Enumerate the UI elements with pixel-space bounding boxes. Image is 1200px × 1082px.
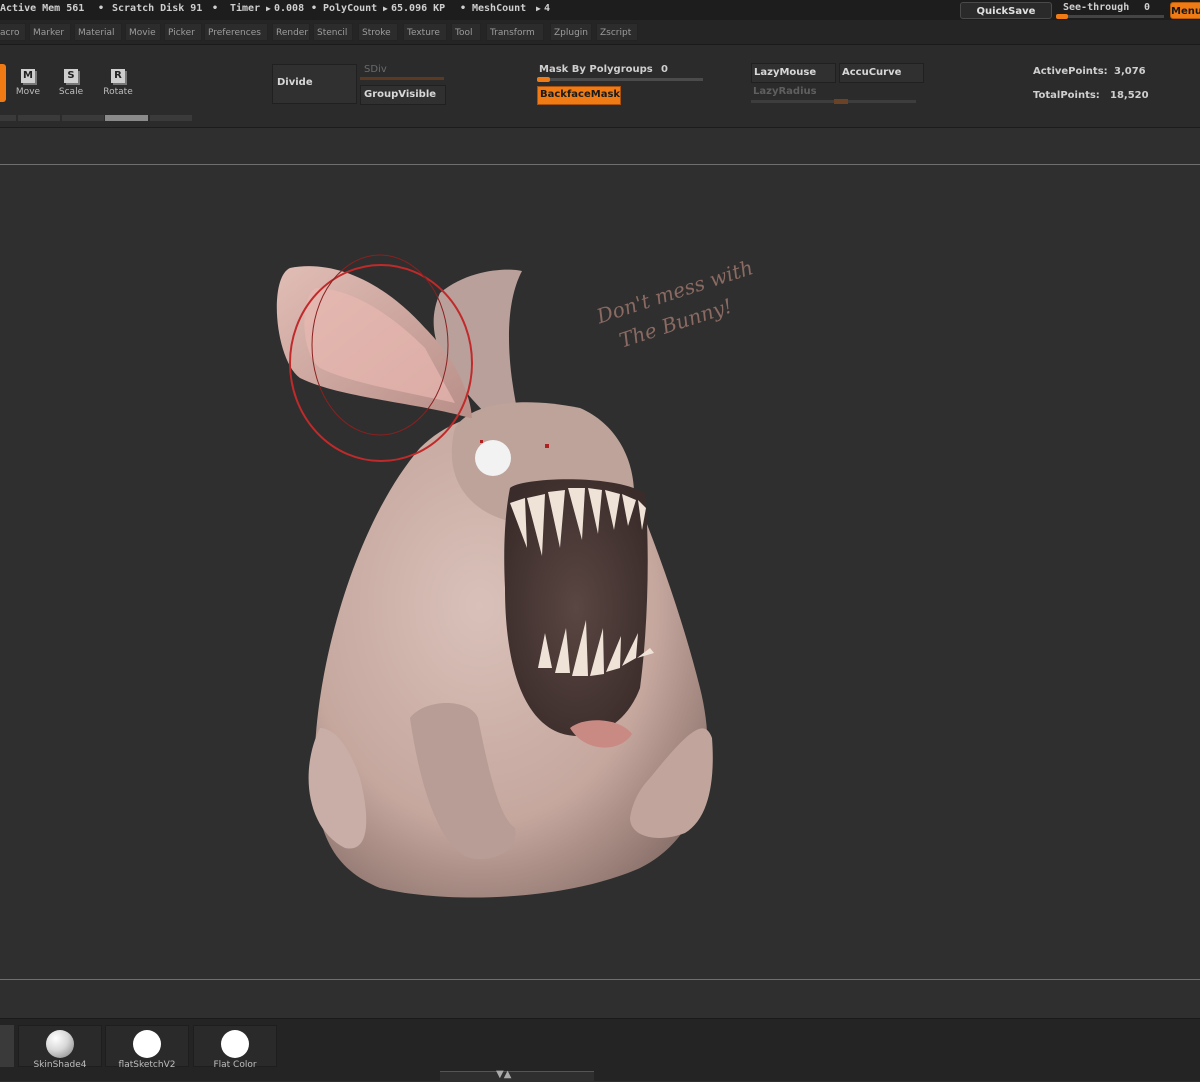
total-points-value: 18,520 bbox=[1110, 90, 1149, 101]
shelf-tab[interactable] bbox=[0, 115, 16, 121]
material-label: Flat Color bbox=[213, 1060, 257, 1070]
rotate-button[interactable]: R Rotate bbox=[98, 69, 138, 109]
total-points-label: TotalPoints: bbox=[1033, 90, 1100, 101]
sdiv-label: SDiv bbox=[364, 64, 387, 75]
quicksave-button[interactable]: QuickSave bbox=[960, 2, 1052, 19]
meshcount-arrow-icon: ▶ bbox=[536, 4, 541, 13]
active-mem: Active Mem 561 bbox=[0, 3, 85, 14]
see-through-slider[interactable]: See-through 0 bbox=[1056, 1, 1166, 19]
shelf-tab[interactable] bbox=[62, 115, 104, 121]
menu-bar: acro Marker Material Movie Picker Prefer… bbox=[0, 20, 1200, 45]
meshcount-label: MeshCount bbox=[472, 3, 527, 14]
status-dot: • bbox=[98, 3, 105, 14]
sdiv-slider[interactable]: SDiv bbox=[360, 64, 446, 82]
bunny-model[interactable] bbox=[0, 128, 1200, 1018]
lazy-radius-label: LazyRadius bbox=[753, 86, 817, 97]
timer-arrow-icon: ▶ bbox=[266, 4, 271, 13]
menu-zplugin[interactable]: Zplugin bbox=[550, 23, 592, 41]
menu-texture[interactable]: Texture bbox=[403, 23, 447, 41]
menu-tool[interactable]: Tool bbox=[451, 23, 481, 41]
chevron-down-icon: ▼▲ bbox=[496, 1069, 512, 1080]
shelf-tab[interactable] bbox=[18, 115, 60, 121]
mask-by-polygroups-handle[interactable] bbox=[537, 77, 551, 82]
see-through-label: See-through bbox=[1063, 2, 1130, 13]
polycount-label: PolyCount bbox=[323, 3, 378, 14]
lazy-radius-handle[interactable] bbox=[834, 99, 848, 104]
material-flat-color[interactable]: Flat Color bbox=[193, 1025, 277, 1070]
mask-by-polygroups-label: Mask By Polygroups bbox=[539, 64, 653, 75]
material-label: SkinShade4 bbox=[33, 1060, 87, 1070]
tray-toggle-handle[interactable]: ▼▲ bbox=[440, 1069, 594, 1082]
material-skinshade4[interactable]: SkinShade4 bbox=[18, 1025, 102, 1070]
status-dot: • bbox=[311, 3, 318, 14]
menu-movie[interactable]: Movie bbox=[125, 23, 161, 41]
menu-picker[interactable]: Picker bbox=[164, 23, 202, 41]
menu-render[interactable]: Render bbox=[272, 23, 310, 41]
menu-preferences[interactable]: Preferences bbox=[204, 23, 268, 41]
material-sphere-icon bbox=[221, 1030, 249, 1058]
status-dot: • bbox=[460, 3, 467, 14]
lazy-radius-slider[interactable]: LazyRadius bbox=[751, 85, 916, 104]
material-label: flatSketchV2 bbox=[118, 1060, 176, 1070]
mask-by-polygroups-value: 0 bbox=[661, 64, 668, 75]
material-flatsketchv2[interactable]: flatSketchV2 bbox=[105, 1025, 189, 1070]
see-through-handle[interactable] bbox=[1056, 14, 1068, 19]
bottom-shelf: SkinShade4 flatSketchV2 Flat Color ▼▲ bbox=[0, 1018, 1200, 1082]
shelf-left-button[interactable] bbox=[0, 1025, 14, 1067]
meshcount-value: 4 bbox=[544, 3, 551, 14]
backface-mask-button[interactable]: BackfaceMask bbox=[537, 86, 621, 105]
see-through-value: 0 bbox=[1144, 2, 1151, 13]
timer-label: Timer bbox=[230, 3, 261, 14]
menu-zscript[interactable]: Zscript bbox=[596, 23, 638, 41]
move-button[interactable]: M Move bbox=[8, 69, 48, 109]
mask-by-polygroups-slider[interactable]: Mask By Polygroups 0 bbox=[537, 62, 703, 82]
status-bar: Active Mem 561 • Scratch Disk 91 • Timer… bbox=[0, 0, 1200, 20]
shelf-tab[interactable] bbox=[150, 115, 192, 121]
scratch-disk: Scratch Disk 91 bbox=[112, 3, 203, 14]
rotate-label: Rotate bbox=[103, 87, 133, 97]
timer-value: 0.008 bbox=[274, 3, 305, 14]
move-label: Move bbox=[15, 87, 41, 97]
mask-by-polygroups-track bbox=[537, 78, 703, 81]
lazy-mouse-button[interactable]: LazyMouse bbox=[751, 63, 836, 83]
rotate-icon: R bbox=[111, 69, 125, 83]
menu-stencil[interactable]: Stencil bbox=[313, 23, 353, 41]
polycount-value: 65.096 KP bbox=[391, 3, 446, 14]
material-sphere-icon bbox=[46, 1030, 74, 1058]
menus-button[interactable]: Menus bbox=[1170, 2, 1200, 19]
shelf-tab-active[interactable] bbox=[105, 115, 148, 121]
menu-macro[interactable]: acro bbox=[0, 23, 26, 41]
accu-curve-button[interactable]: AccuCurve bbox=[839, 63, 924, 83]
top-shelf: M Move S Scale R Rotate Divide SDiv Grou… bbox=[0, 45, 1200, 128]
scale-label: Scale bbox=[58, 87, 84, 97]
material-sphere-icon bbox=[133, 1030, 161, 1058]
group-visible-button[interactable]: GroupVisible bbox=[360, 85, 446, 105]
menu-material[interactable]: Material bbox=[74, 23, 122, 41]
menu-transform[interactable]: Transform bbox=[486, 23, 544, 41]
draw-mode-button[interactable] bbox=[0, 64, 6, 102]
menu-marker[interactable]: Marker bbox=[29, 23, 71, 41]
status-dot: • bbox=[212, 3, 219, 14]
divide-button[interactable]: Divide bbox=[272, 64, 357, 104]
document-canvas[interactable]: Don't mess with The Bunny! bbox=[0, 128, 1200, 1018]
sdiv-track bbox=[360, 77, 444, 80]
menu-stroke[interactable]: Stroke bbox=[358, 23, 398, 41]
scale-icon: S bbox=[64, 69, 78, 83]
see-through-track bbox=[1056, 15, 1164, 18]
polycount-arrow-icon: ▶ bbox=[383, 4, 388, 13]
active-points-label: ActivePoints: bbox=[1033, 66, 1108, 77]
move-icon: M bbox=[21, 69, 35, 83]
scale-button[interactable]: S Scale bbox=[51, 69, 91, 109]
active-points-value: 3,076 bbox=[1114, 66, 1146, 77]
